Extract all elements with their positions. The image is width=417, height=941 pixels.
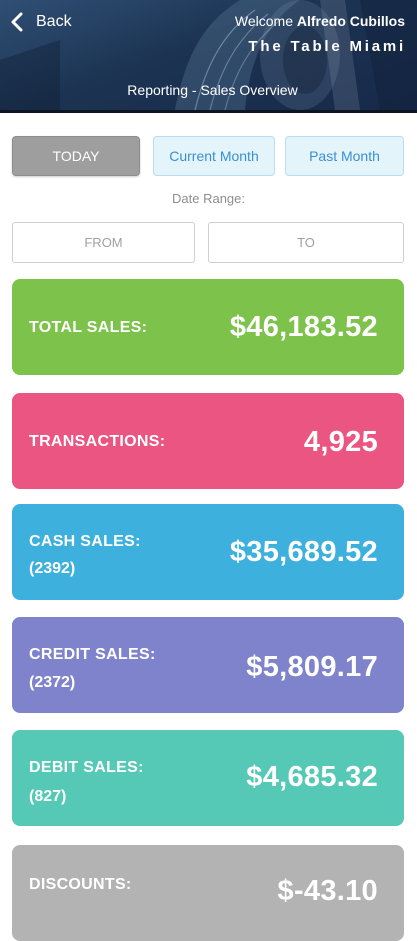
from-date-input[interactable] [12, 222, 195, 263]
debit-sales-value: $4,685.32 [246, 761, 378, 793]
header-divider [0, 110, 417, 113]
credit-sales-card: CREDIT SALES: (2372) $5,809.17 [12, 617, 404, 713]
transactions-label: TRANSACTIONS: [29, 433, 166, 450]
app-header: Back Welcome Alfredo Cubillos The Table … [0, 0, 417, 110]
cash-sales-value: $35,689.52 [229, 536, 378, 568]
back-label: Back [36, 13, 72, 30]
credit-sales-value: $5,809.17 [246, 651, 378, 683]
chevron-left-icon [11, 12, 23, 32]
to-date-input[interactable] [208, 222, 404, 263]
welcome-message: Welcome Alfredo Cubillos [235, 13, 405, 29]
discounts-label: DISCOUNTS: [29, 876, 132, 893]
total-sales-value: $46,183.52 [229, 311, 378, 343]
page-title: Reporting - Sales Overview [127, 82, 298, 98]
credit-sales-count: (2372) [29, 674, 76, 691]
cash-sales-label: CASH SALES: [29, 533, 141, 550]
total-sales-label: TOTAL SALES: [29, 319, 148, 336]
cash-sales-card: CASH SALES: (2392) $35,689.52 [12, 504, 404, 600]
today-button[interactable]: TODAY [12, 136, 140, 176]
transactions-value: 4,925 [303, 426, 378, 458]
current-month-button[interactable]: Current Month [153, 136, 275, 176]
debit-sales-count: (827) [29, 788, 67, 805]
discounts-card: DISCOUNTS: $-43.10 [12, 845, 404, 941]
period-selector: TODAY Current Month Past Month [12, 136, 404, 178]
debit-sales-label: DEBIT SALES: [29, 759, 144, 776]
back-button[interactable]: Back [8, 8, 72, 36]
user-name: Alfredo Cubillos [296, 13, 405, 29]
cash-sales-count: (2392) [29, 560, 76, 577]
welcome-prefix: Welcome [234, 13, 293, 29]
venue-name: The Table Miami [248, 38, 406, 55]
credit-sales-label: CREDIT SALES: [29, 646, 156, 663]
transactions-card: TRANSACTIONS: 4,925 [12, 393, 404, 489]
total-sales-card: TOTAL SALES: $46,183.52 [12, 279, 404, 375]
debit-sales-card: DEBIT SALES: (827) $4,685.32 [12, 730, 404, 826]
discounts-value: $-43.10 [277, 875, 378, 907]
past-month-button[interactable]: Past Month [285, 136, 404, 176]
date-range-label: Date Range: [172, 191, 245, 206]
